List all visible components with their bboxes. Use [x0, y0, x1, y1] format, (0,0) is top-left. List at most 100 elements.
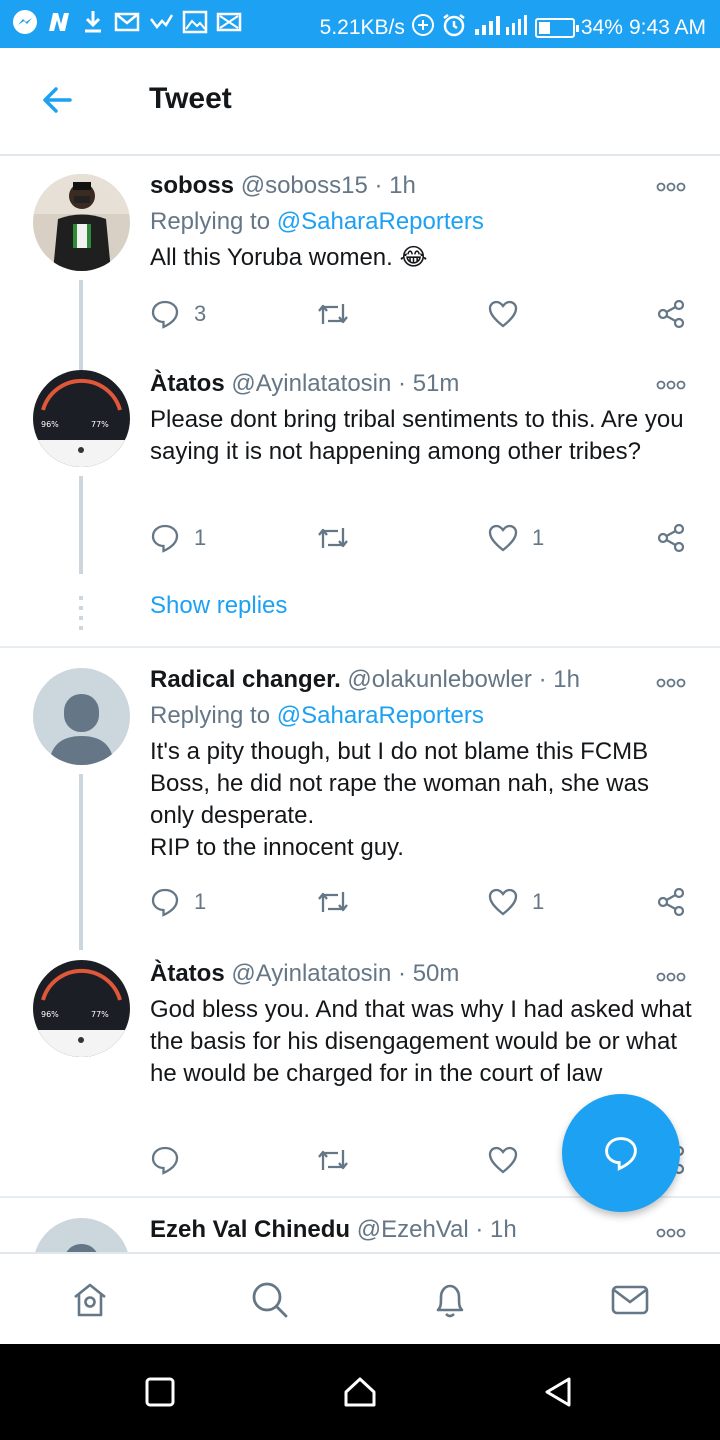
- like-button[interactable]: [488, 1142, 518, 1178]
- tweet-text-line: Boss, he did not rape the woman nah, she…: [150, 770, 649, 797]
- share-icon: [657, 887, 685, 917]
- user-handle[interactable]: @EzehVal: [357, 1216, 469, 1243]
- reply-icon: [151, 888, 179, 917]
- user-handle[interactable]: @Ayinlatatosin: [231, 370, 391, 397]
- replying-handle-link[interactable]: @SaharaReporters: [277, 208, 484, 235]
- tweet-item[interactable]: 96% 77% Àtatos @Ayinlatatosin · 51m Pleas…: [0, 356, 720, 646]
- replying-to: Replying to @SaharaReporters: [150, 208, 484, 236]
- home-icon[interactable]: [70, 1280, 110, 1320]
- reply-button[interactable]: [150, 1142, 180, 1178]
- notification-icons: [12, 9, 242, 35]
- tweet-text: It's a pity though, but I do not blame t…: [150, 736, 695, 864]
- avatar[interactable]: 96% 77%: [33, 370, 130, 467]
- reply-icon: [151, 524, 179, 553]
- home-circle-icon[interactable]: [342, 1374, 378, 1410]
- more-options-icon[interactable]: [656, 970, 686, 982]
- reply-button[interactable]: 1: [150, 884, 206, 920]
- reply-count: 1: [194, 525, 207, 550]
- share-button[interactable]: [656, 884, 686, 920]
- svg-text:77%: 77%: [91, 1010, 109, 1019]
- tweet-header: Radical changer. @olakunlebowler · 1h: [150, 666, 580, 694]
- battery-icon: [534, 18, 579, 38]
- more-options-icon[interactable]: [656, 180, 686, 192]
- user-handle[interactable]: @Ayinlatatosin: [231, 960, 391, 987]
- share-icon: [657, 523, 685, 553]
- reply-count: 3: [194, 301, 207, 326]
- back-triangle-icon[interactable]: [540, 1374, 576, 1410]
- share-icon: [657, 299, 685, 329]
- recents-icon[interactable]: [142, 1374, 178, 1410]
- tweet-thread[interactable]: soboss @soboss15 · 1h Replying to @Sahar…: [0, 156, 720, 1252]
- svg-text:77%: 77%: [91, 420, 109, 429]
- reply-button[interactable]: 1: [150, 520, 206, 556]
- like-button[interactable]: 1: [488, 884, 544, 920]
- retweet-button[interactable]: [316, 296, 350, 332]
- default-avatar[interactable]: [33, 1218, 130, 1252]
- share-button[interactable]: [656, 520, 686, 556]
- default-avatar[interactable]: [33, 668, 130, 765]
- like-button[interactable]: 1: [488, 520, 544, 556]
- tweet-time: · 1h: [538, 666, 580, 693]
- retweet-button[interactable]: [316, 884, 350, 920]
- thread-line: [79, 280, 83, 356]
- clock: 9:43 AM: [628, 16, 706, 39]
- user-handle[interactable]: @olakunlebowler: [347, 666, 531, 693]
- reply-bubble-icon: [605, 1137, 637, 1171]
- avatar[interactable]: 96% 77%: [33, 960, 130, 1057]
- like-count: 1: [532, 889, 545, 914]
- retweet-button[interactable]: [316, 1142, 350, 1178]
- search-icon[interactable]: [250, 1280, 290, 1320]
- like-count: 1: [532, 525, 545, 550]
- reply-count: 1: [194, 889, 207, 914]
- like-button[interactable]: [488, 296, 532, 332]
- retweet-button[interactable]: [316, 520, 350, 556]
- bottom-navigation: [0, 1252, 720, 1344]
- app-header: Tweet: [0, 48, 720, 156]
- tweet-time: · 50m: [398, 960, 460, 987]
- tweet-header: soboss @soboss15 · 1h: [150, 172, 416, 200]
- display-name[interactable]: soboss: [150, 172, 234, 199]
- tweet-item[interactable]: Radical changer. @olakunlebowler · 1h Re…: [0, 648, 720, 950]
- tweet-text-line: only desperate.: [150, 802, 315, 829]
- network-speed: 5.21KB/s: [319, 16, 405, 39]
- messages-icon[interactable]: [610, 1280, 650, 1320]
- display-name[interactable]: Àtatos: [150, 960, 225, 987]
- news-icon: [46, 9, 72, 35]
- tweet-header: Àtatos @Ayinlatatosin · 51m: [150, 370, 459, 398]
- gmail-icon: [114, 9, 140, 35]
- thread-line: [79, 356, 83, 370]
- tweet-time: · 51m: [398, 370, 460, 397]
- replying-handle-link[interactable]: @SaharaReporters: [277, 702, 484, 729]
- tweet-actions: 1 1: [150, 884, 690, 920]
- thread-line: [79, 774, 83, 950]
- svg-text:96%: 96%: [41, 1010, 59, 1019]
- tweet-header: Ezeh Val Chinedu @EzehVal · 1h: [150, 1216, 517, 1244]
- svg-text:96%: 96%: [41, 420, 59, 429]
- back-arrow-icon[interactable]: [38, 80, 78, 120]
- more-options-icon[interactable]: [656, 1226, 686, 1238]
- status-bar: 5.21KB/s 34% 9:43 AM: [0, 0, 720, 48]
- retweet-icon: [318, 892, 348, 912]
- user-handle[interactable]: @soboss15: [241, 172, 368, 199]
- heart-icon: [488, 888, 518, 916]
- avatar[interactable]: [33, 174, 130, 271]
- reply-icon: [151, 300, 179, 329]
- reply-button[interactable]: 3: [150, 296, 206, 332]
- reply-icon: [151, 1146, 179, 1175]
- share-button[interactable]: [656, 296, 686, 332]
- tweet-time: · 1h: [374, 172, 416, 199]
- compose-reply-button[interactable]: [562, 1094, 680, 1212]
- more-options-icon[interactable]: [656, 676, 686, 688]
- more-replies-dots: [79, 596, 83, 636]
- display-name[interactable]: Àtatos: [150, 370, 225, 397]
- show-replies-link[interactable]: Show replies: [150, 592, 287, 620]
- display-name[interactable]: Ezeh Val Chinedu: [150, 1216, 350, 1243]
- display-name[interactable]: Radical changer.: [150, 666, 341, 693]
- more-options-icon[interactable]: [656, 378, 686, 390]
- tweet-header: Àtatos @Ayinlatatosin · 50m: [150, 960, 459, 988]
- tweet-text: All this Yoruba women. 😂: [150, 244, 428, 271]
- replying-label: Replying to: [150, 208, 271, 235]
- tweet-item[interactable]: soboss @soboss15 · 1h Replying to @Sahar…: [0, 156, 720, 356]
- notifications-icon[interactable]: [430, 1280, 470, 1320]
- mail-off-icon: [216, 9, 242, 35]
